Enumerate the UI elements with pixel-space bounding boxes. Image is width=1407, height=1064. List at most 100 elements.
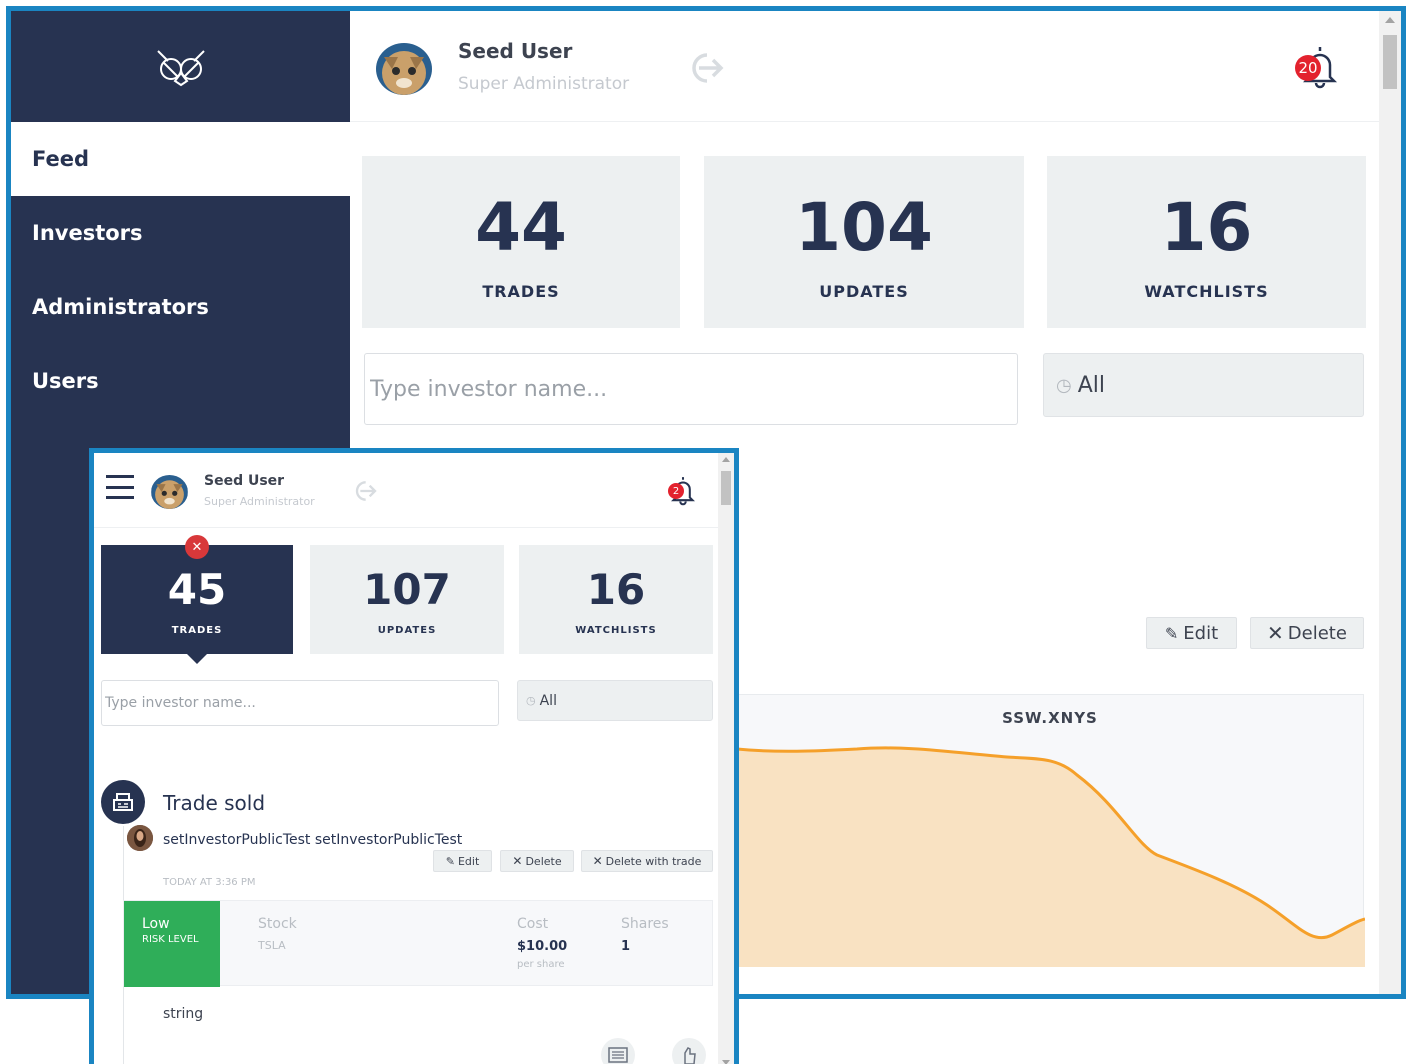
stat-card-trades[interactable]: 45 TRADES xyxy=(101,545,293,664)
delete-with-trade-label: Delete with trade xyxy=(605,854,702,868)
logo[interactable] xyxy=(11,11,350,122)
sidebar-item-label: Feed xyxy=(32,147,90,171)
notifications-button[interactable]: 20 xyxy=(1295,41,1345,91)
cost-value: $10.00 xyxy=(517,939,568,954)
investor-avatar[interactable] xyxy=(127,825,153,851)
sidebar-item-administrators[interactable]: Administrators xyxy=(11,270,350,344)
edit-label: Edit xyxy=(1183,622,1219,644)
mobile-header: Seed User Super Administrator 2 xyxy=(94,453,718,528)
close-icon: ✕ xyxy=(512,854,523,868)
shares-header: Shares xyxy=(621,916,669,932)
cat-avatar-icon xyxy=(376,43,432,95)
shares-value: 1 xyxy=(621,939,631,954)
investor-name[interactable]: setInvestorPublicTest setInvestorPublicT… xyxy=(163,832,462,848)
delete-button[interactable]: ✕ Delete xyxy=(1250,617,1364,649)
mobile-window: Seed User Super Administrator 2 ✕ 45 TRA… xyxy=(89,448,739,1064)
close-icon: ✕ xyxy=(191,539,203,555)
risk-level-badge: Low RISK LEVEL xyxy=(124,901,220,987)
cat-avatar-icon xyxy=(151,475,188,509)
stat-value: 44 xyxy=(475,189,567,266)
feed-item-timestamp: TODAY AT 3:36 PM xyxy=(163,877,256,888)
cost-unit: per share xyxy=(517,959,565,970)
user-role: Super Administrator xyxy=(458,74,630,94)
cost-header: Cost xyxy=(517,916,549,932)
edit-icon: ✎ xyxy=(1164,623,1179,643)
scroll-thumb[interactable] xyxy=(1383,35,1397,89)
share-button[interactable] xyxy=(672,1038,706,1064)
notifications-button[interactable]: 2 xyxy=(666,473,700,507)
filter-value: All xyxy=(539,692,557,709)
sidebar-item-investors[interactable]: Investors xyxy=(11,196,350,270)
user-name: Seed User xyxy=(458,39,573,63)
delete-button[interactable]: ✕ Delete xyxy=(500,850,574,872)
delete-with-trade-button[interactable]: ✕ Delete with trade xyxy=(581,850,713,872)
selected-pointer xyxy=(187,654,207,664)
close-icon: ✕ xyxy=(592,854,603,868)
sidebar-item-label: Administrators xyxy=(32,295,209,319)
user-name: Seed User xyxy=(204,473,285,489)
edit-icon: ✎ xyxy=(445,854,455,868)
scroll-down-arrow-icon[interactable] xyxy=(722,1060,730,1064)
header: Seed User Super Administrator 20 xyxy=(350,11,1379,122)
delete-label: Delete xyxy=(1287,622,1347,644)
time-filter-select[interactable]: ◷ All xyxy=(1043,353,1364,417)
stock-value: TSLA xyxy=(258,939,286,952)
avatar[interactable] xyxy=(151,475,188,509)
sidebar-item-label: Users xyxy=(32,369,99,393)
clock-icon: ◷ xyxy=(1056,374,1072,396)
stat-label: UPDATES xyxy=(819,282,909,301)
investor-search-input[interactable] xyxy=(364,353,1018,425)
investor-avatar-icon xyxy=(127,825,153,851)
stat-label: TRADES xyxy=(171,625,223,636)
stat-card-updates[interactable]: 104 UPDATES xyxy=(704,156,1024,328)
notification-count-badge: 20 xyxy=(1295,55,1321,81)
news-button[interactable] xyxy=(601,1038,635,1064)
clear-filter-button[interactable]: ✕ xyxy=(185,535,209,559)
feed-item-note: string xyxy=(163,1006,204,1022)
logout-button[interactable] xyxy=(351,479,379,507)
stat-card-watchlists[interactable]: 16 WATCHLISTS xyxy=(1047,156,1366,328)
feed-item-title: Trade sold xyxy=(163,791,266,815)
stat-card-trades[interactable]: 44 TRADES xyxy=(362,156,680,328)
sidebar-item-users[interactable]: Users xyxy=(11,344,350,418)
scroll-thumb[interactable] xyxy=(721,471,731,505)
cash-register-icon xyxy=(113,793,133,811)
close-icon: ✕ xyxy=(1267,621,1284,645)
stat-value: 16 xyxy=(1160,189,1253,266)
stat-value: 45 xyxy=(167,565,227,614)
logout-icon xyxy=(355,481,377,501)
scroll-up-arrow-icon[interactable] xyxy=(1385,17,1395,23)
logout-icon xyxy=(692,53,724,83)
delete-label: Delete xyxy=(525,854,562,868)
stat-label: WATCHLISTS xyxy=(575,625,657,636)
stat-value: 107 xyxy=(363,565,451,614)
scrollbar[interactable] xyxy=(1379,11,1401,994)
investor-search-input[interactable] xyxy=(101,680,499,726)
logout-button[interactable] xyxy=(685,51,727,89)
feed-item-icon xyxy=(101,780,145,824)
stat-label: UPDATES xyxy=(377,625,437,636)
stat-value: 16 xyxy=(586,565,646,614)
avatar[interactable] xyxy=(376,43,432,95)
scrollbar[interactable] xyxy=(718,453,734,1064)
notification-count-badge: 2 xyxy=(668,483,684,499)
hamburger-menu-icon[interactable] xyxy=(106,475,134,499)
stat-value: 104 xyxy=(795,189,933,266)
edit-button[interactable]: ✎ Edit xyxy=(433,850,492,872)
newspaper-icon xyxy=(608,1047,628,1063)
clock-icon: ◷ xyxy=(526,694,536,707)
sidebar-item-feed[interactable]: Feed xyxy=(11,122,350,196)
stat-card-updates[interactable]: 107 UPDATES xyxy=(310,545,504,654)
price-chart: SSW.XNYS xyxy=(736,694,1365,967)
time-filter-select[interactable]: ◷ All xyxy=(517,680,713,721)
price-chart-area xyxy=(737,746,1365,967)
stock-header: Stock xyxy=(258,916,297,932)
owl-logo-icon xyxy=(156,49,205,86)
stat-label: WATCHLISTS xyxy=(1144,282,1269,301)
hand-icon xyxy=(684,1047,696,1064)
risk-level-value: Low xyxy=(142,916,170,932)
edit-button[interactable]: ✎ Edit xyxy=(1146,617,1237,649)
filter-value: All xyxy=(1077,372,1105,398)
scroll-up-arrow-icon[interactable] xyxy=(722,457,730,462)
stat-card-watchlists[interactable]: 16 WATCHLISTS xyxy=(519,545,713,654)
